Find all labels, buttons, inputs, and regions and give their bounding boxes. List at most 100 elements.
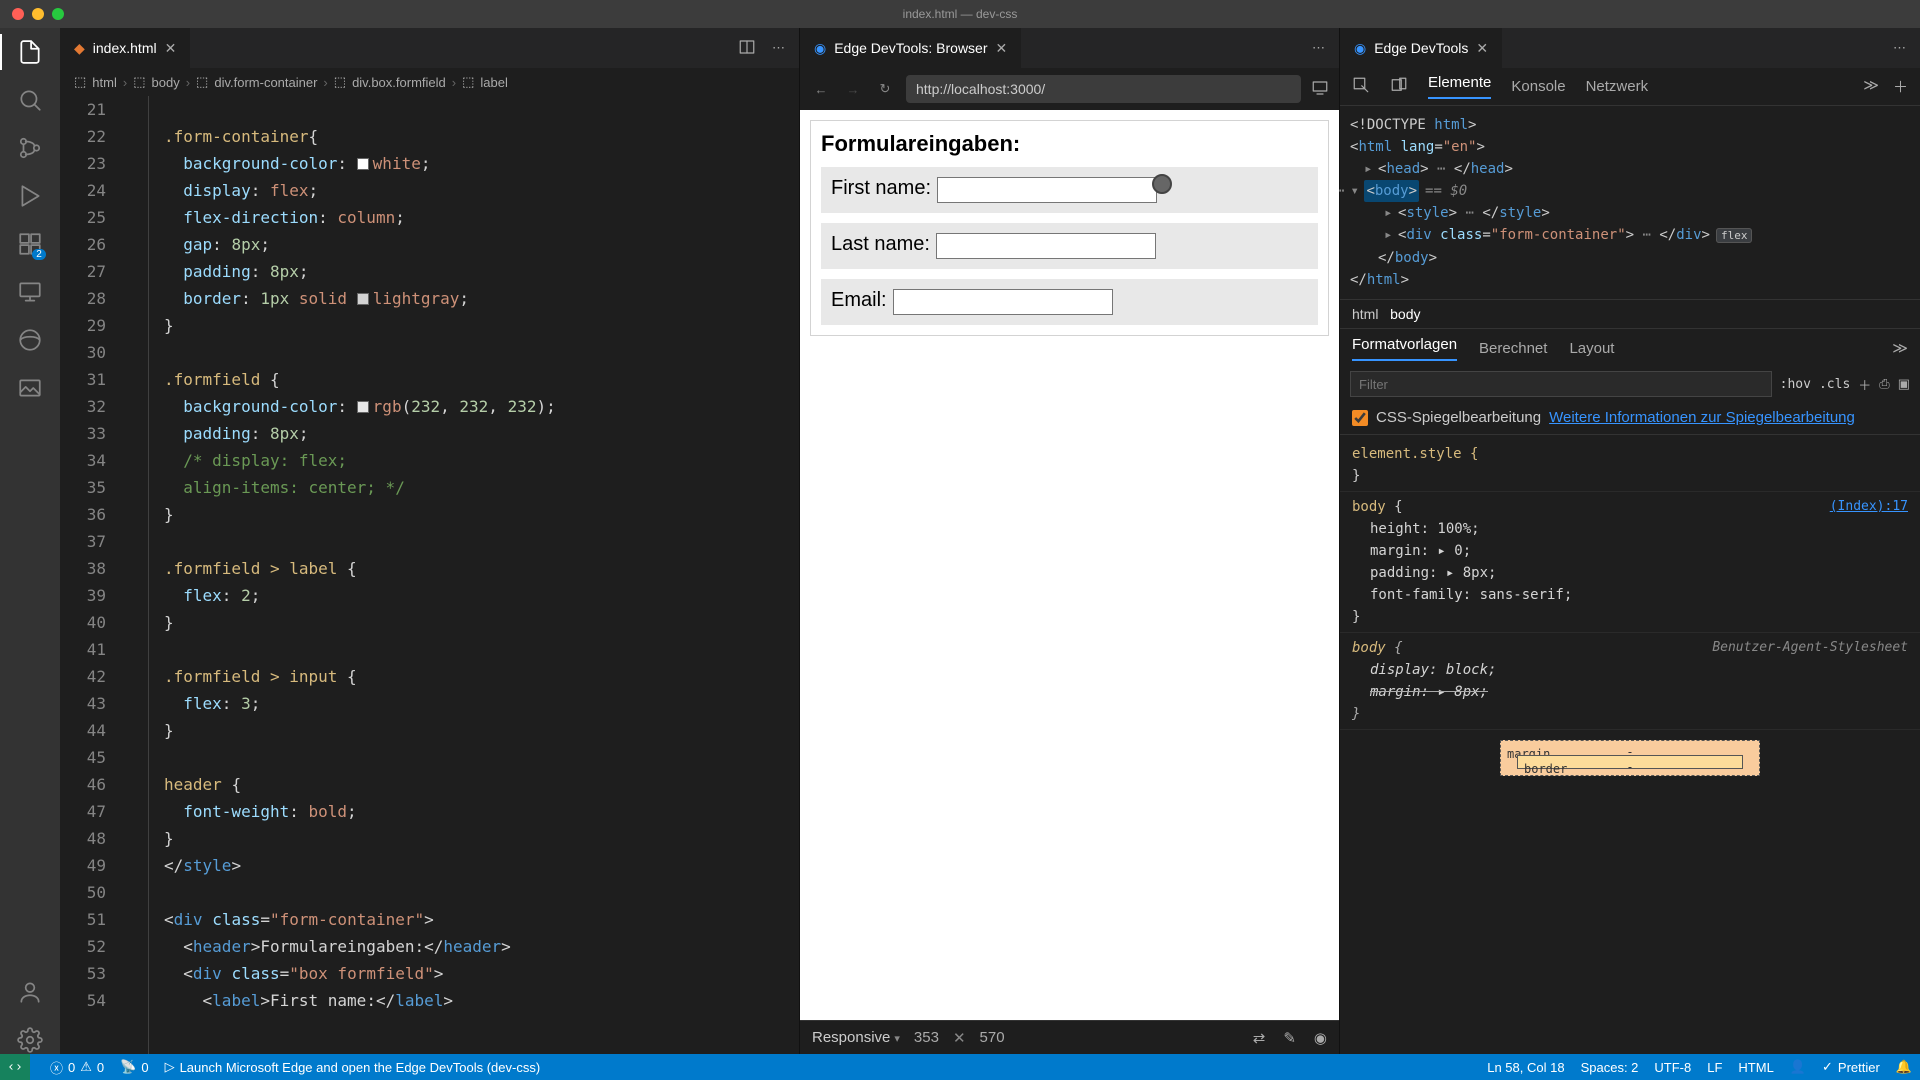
styles-tabs: Formatvorlagen Berechnet Layout ≫ xyxy=(1340,329,1920,367)
forward-icon[interactable]: → xyxy=(842,82,864,97)
panel-icon[interactable]: ▣ xyxy=(1898,376,1910,392)
dom-tree[interactable]: <!DOCTYPE html> <html lang="en"> ▸<head>… xyxy=(1340,106,1920,299)
source-control-icon[interactable] xyxy=(16,134,44,162)
input-email[interactable] xyxy=(893,289,1113,315)
close-icon[interactable]: ✕ xyxy=(165,40,177,57)
tab-styles[interactable]: Formatvorlagen xyxy=(1352,336,1457,361)
ports[interactable]: 📡0 xyxy=(120,1059,148,1075)
browser-tab[interactable]: ◉ Edge DevTools: Browser ✕ xyxy=(800,28,1022,68)
reload-icon[interactable]: ↻ xyxy=(874,81,896,97)
devtools-tab[interactable]: ◉ Edge DevTools ✕ xyxy=(1340,28,1503,68)
code-editor[interactable]: 2122232425262728293031323334353637383940… xyxy=(60,96,799,1054)
new-style-icon[interactable]: ＋ xyxy=(1858,375,1871,394)
indent[interactable]: Spaces: 2 xyxy=(1581,1060,1639,1075)
editor-tabs: ◆ index.html ✕ ⋯ xyxy=(60,28,799,68)
prettier[interactable]: ✓ Prettier xyxy=(1822,1059,1880,1075)
mirror-link[interactable]: Weitere Informationen zur Spiegelbearbei… xyxy=(1549,409,1855,426)
url-input[interactable]: http://localhost:3000/ xyxy=(906,75,1301,103)
label-last-name: Last name: xyxy=(831,233,930,255)
touch-cursor-icon xyxy=(1152,174,1172,194)
page-preview: Formulareingaben: First name: Last name:… xyxy=(800,110,1339,1020)
close-icon[interactable]: ✕ xyxy=(1476,40,1488,57)
more-icon[interactable]: ⋯ xyxy=(1312,40,1325,56)
styles-filter-row: :hov .cls ＋ ⎙ ▣ xyxy=(1340,367,1920,401)
more-icon[interactable]: ⋯ xyxy=(1893,40,1906,56)
error-icon: ⓧ xyxy=(50,1058,63,1077)
filter-input[interactable] xyxy=(1350,371,1772,397)
accounts-icon[interactable] xyxy=(16,978,44,1006)
close-window[interactable] xyxy=(12,8,24,20)
problems[interactable]: ⓧ0 ⚠0 xyxy=(50,1058,104,1077)
remote-indicator[interactable] xyxy=(0,1054,30,1080)
warning-icon: ⚠ xyxy=(80,1059,92,1075)
encoding[interactable]: UTF-8 xyxy=(1654,1060,1691,1075)
formfield-first-name: First name: xyxy=(821,167,1318,213)
rotate-icon[interactable]: ⇄ xyxy=(1253,1029,1266,1047)
editor-tab-index[interactable]: ◆ index.html ✕ xyxy=(60,28,191,68)
close-icon[interactable]: ✕ xyxy=(996,40,1008,57)
tab-network[interactable]: Netzwerk xyxy=(1586,78,1649,95)
tab-layout[interactable]: Layout xyxy=(1569,340,1614,357)
form-container: Formulareingaben: First name: Last name:… xyxy=(810,120,1329,336)
styles-body[interactable]: element.style { } (Index):17 body { heig… xyxy=(1340,435,1920,1054)
cursor-position[interactable]: Ln 58, Col 18 xyxy=(1487,1060,1564,1075)
eol[interactable]: LF xyxy=(1707,1060,1722,1075)
split-editor-icon[interactable] xyxy=(738,38,756,59)
tab-elements[interactable]: Elemente xyxy=(1428,74,1491,99)
dom-breadcrumb[interactable]: html body xyxy=(1340,299,1920,329)
mirror-checkbox[interactable] xyxy=(1352,410,1368,426)
tab-computed[interactable]: Berechnet xyxy=(1479,340,1547,357)
screencast-icon[interactable] xyxy=(1311,79,1329,100)
rule-body-ua[interactable]: Benutzer-Agent-Stylesheet body { display… xyxy=(1340,633,1920,730)
traffic-lights xyxy=(12,8,64,20)
inspect-icon[interactable] xyxy=(1352,76,1370,98)
input-first-name[interactable] xyxy=(937,177,1157,203)
more-icon[interactable]: ⋯ xyxy=(772,40,785,56)
back-icon[interactable]: ← xyxy=(810,82,832,97)
run-debug-icon[interactable] xyxy=(16,182,44,210)
rule-element-style[interactable]: element.style { } xyxy=(1340,439,1920,492)
cls-toggle[interactable]: .cls xyxy=(1819,377,1850,392)
remote-explorer-icon[interactable] xyxy=(16,278,44,306)
ua-stylesheet-label: Benutzer-Agent-Stylesheet xyxy=(1712,637,1908,659)
label-first-name: First name: xyxy=(831,177,931,199)
main-layout: 2 ◆ index.html ✕ ⋯ xyxy=(0,28,1920,1054)
notifications-icon[interactable]: 🔔 xyxy=(1896,1059,1912,1075)
viewport-height[interactable]: 570 xyxy=(980,1029,1005,1046)
breadcrumbs[interactable]: ⬚html›⬚body›⬚div.form-container›⬚div.box… xyxy=(60,68,799,96)
source-link[interactable]: (Index):17 xyxy=(1830,496,1908,518)
tab-label: index.html xyxy=(93,40,157,56)
extensions-icon[interactable]: 2 xyxy=(16,230,44,258)
search-icon[interactable] xyxy=(16,86,44,114)
image-preview-icon[interactable] xyxy=(16,374,44,402)
settings-gear-icon[interactable] xyxy=(16,1026,44,1054)
formfield-last-name: Last name: xyxy=(821,223,1318,269)
print-icon[interactable]: ⎙ xyxy=(1879,376,1889,392)
edge-tools-icon[interactable] xyxy=(16,326,44,354)
more-tabs-icon[interactable]: ≫ xyxy=(1863,76,1879,97)
status-bar: ⓧ0 ⚠0 📡0 ▷Launch Microsoft Edge and open… xyxy=(0,1054,1920,1080)
tab-console[interactable]: Konsole xyxy=(1511,78,1565,95)
devtools-panel: ◉ Edge DevTools ✕ ⋯ Elemente Konsole Net… xyxy=(1340,28,1920,1054)
device-toolbar: Responsive▾ 353 ✕ 570 ⇄ ✎ ◉ xyxy=(800,1020,1339,1054)
code-content[interactable]: .form-container{ background-color: white… xyxy=(124,96,799,1054)
language-mode[interactable]: HTML xyxy=(1738,1060,1773,1075)
extensions-badge: 2 xyxy=(32,249,46,260)
device-mode[interactable]: Responsive▾ xyxy=(812,1029,900,1046)
mirror-label: CSS-Spiegelbearbeitung xyxy=(1376,409,1541,426)
device-toggle-icon[interactable] xyxy=(1390,76,1408,98)
add-tab-icon[interactable]: ＋ xyxy=(1893,76,1908,97)
maximize-window[interactable] xyxy=(52,8,64,20)
viewport-width[interactable]: 353 xyxy=(914,1029,939,1046)
eye-icon[interactable]: ◉ xyxy=(1314,1029,1327,1047)
rule-body-author[interactable]: (Index):17 body { height: 100%; margin: … xyxy=(1340,492,1920,633)
live-share-icon[interactable]: 👤 xyxy=(1790,1059,1806,1075)
explorer-icon[interactable] xyxy=(16,38,44,66)
minimize-window[interactable] xyxy=(32,8,44,20)
more-tabs-icon[interactable]: ≫ xyxy=(1892,339,1908,357)
input-last-name[interactable] xyxy=(936,233,1156,259)
launch-task[interactable]: ▷Launch Microsoft Edge and open the Edge… xyxy=(165,1059,541,1075)
wand-icon[interactable]: ✎ xyxy=(1283,1029,1296,1047)
antenna-icon: 📡 xyxy=(120,1059,136,1075)
hov-toggle[interactable]: :hov xyxy=(1780,377,1811,392)
